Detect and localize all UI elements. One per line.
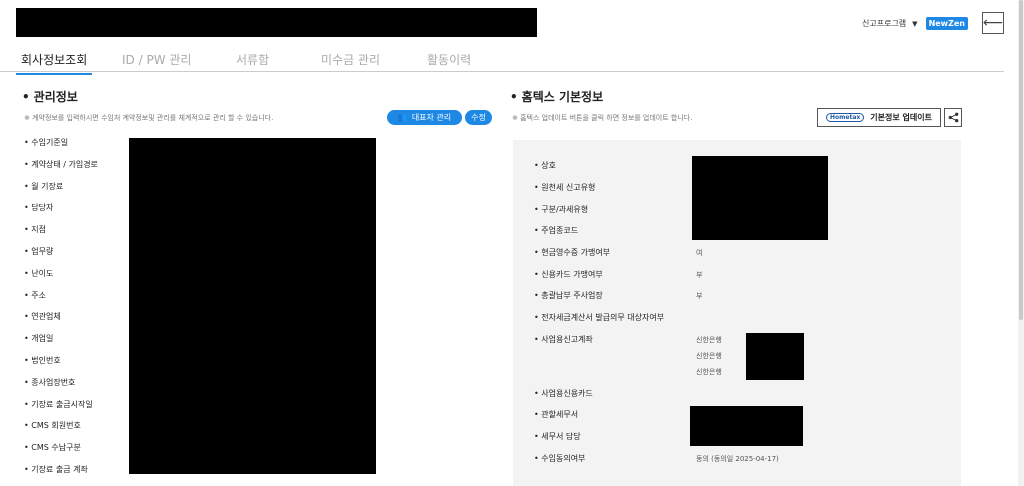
bank-account-3: 신한은행 [696, 368, 722, 376]
update-basic-info-button[interactable]: Hometax 기본정보 업데이트 [817, 108, 941, 127]
management-field-label: • 연관업체 [24, 312, 61, 322]
management-field-label: • 지점 [24, 225, 46, 235]
tab-bar: 회사정보조회 ID / PW 관리 서류함 미수금 관리 활동이력 [0, 48, 1004, 75]
management-field-label: • 개업일 [24, 334, 54, 344]
management-field-label: • 월 기장료 [24, 181, 64, 191]
bank-account-1: 신한은행 [696, 336, 722, 344]
hometax-field-label: • 총괄납부 주사업장 [534, 291, 603, 300]
hometax-field-value: 여 [696, 249, 703, 257]
hometax-field-label: • 수임동의여부 [534, 454, 586, 463]
scrollbar-thumb[interactable] [1019, 0, 1023, 320]
redacted-account-numbers [746, 333, 804, 380]
management-field-label: • 담당자 [24, 203, 54, 213]
management-field-label: • CMS 회원번호 [24, 421, 81, 431]
hometax-field-label: • 사업용신용카드 [534, 389, 593, 398]
management-field-label: • 법인번호 [24, 356, 61, 365]
bank-account-2: 신한은행 [696, 352, 722, 360]
hometax-field-label: • 관할세무서 [534, 410, 579, 419]
hometax-field-label: • 신용카드 가맹여부 [534, 270, 603, 279]
share-icon [948, 112, 958, 123]
tab-company-info[interactable]: 회사정보조회 [16, 51, 93, 75]
management-field-label: • 기장료 출금 계좌 [24, 465, 88, 474]
redacted-tax-office [690, 406, 803, 446]
hometax-logo: Hometax [826, 113, 865, 122]
management-field-label: • 기장료 출금시작일 [24, 399, 93, 409]
hometax-field-label: • 사업용신고계좌 [534, 335, 593, 344]
management-field-label: • 주소 [24, 290, 46, 300]
scrollbar[interactable] [1018, 0, 1024, 486]
management-field-label: • 계약상태 / 가입경로 [24, 159, 98, 169]
management-field-label: • 난이도 [24, 268, 54, 278]
hometax-field-label: • 전자세금계산서 발급의무 대상자여부 [534, 313, 665, 322]
redacted-management-values [129, 138, 376, 474]
back-button[interactable]: ⟵ [982, 12, 1004, 34]
hometax-field-value: 부 [696, 271, 703, 279]
chevron-down-icon[interactable]: ▼ [912, 20, 917, 28]
management-field-label: • CMS 수납구분 [24, 443, 81, 453]
hometax-field-value: 동의 (동의일 2025-04-17) [696, 455, 779, 463]
redacted-hometax-basic [692, 156, 828, 240]
arrow-left-icon: ⟵ [982, 15, 1004, 31]
users-icon: 👥 [397, 113, 408, 122]
report-program-menu[interactable]: 신고프로그램 [862, 18, 906, 29]
management-field-label: • 종사업장번호 [24, 377, 76, 387]
tab-documents[interactable]: 서류함 [236, 51, 269, 68]
tab-activity[interactable]: 활동이력 [427, 51, 471, 68]
management-field-label: • 업무량 [24, 247, 54, 256]
rep-manage-button[interactable]: 👥 대표자 관리 [387, 110, 462, 125]
tab-id-pw[interactable]: ID / PW 관리 [122, 51, 191, 68]
redacted-company-title [16, 8, 537, 37]
hometax-field-label: • 구분/과세유형 [534, 205, 589, 214]
hometax-field-label: • 상호 [534, 161, 556, 170]
share-button[interactable] [944, 108, 962, 127]
top-right-menu: 신고프로그램 ▼ NewZen [862, 17, 968, 30]
hometax-field-label: • 현금영수증 가맹여부 [534, 248, 611, 257]
management-field-label: • 수임기준일 [24, 138, 69, 147]
hometax-field-value: 부 [696, 292, 703, 300]
management-title: • 관리정보 [22, 90, 78, 104]
edit-button[interactable]: 수정 [465, 110, 492, 125]
hometax-field-label: • 세무서 담당 [534, 432, 581, 441]
hometax-title: • 홈텍스 기본정보 [510, 90, 604, 104]
tab-receivables[interactable]: 미수금 관리 [321, 51, 380, 68]
management-note: ※ 계약정보를 입력하시면 수임처 계약정보및 관리를 체계적으로 관리 할 수… [24, 114, 274, 122]
hometax-field-label: • 원천세 신고유형 [534, 183, 596, 192]
hometax-note: ※ 홈텍스 업데이트 버튼을 클릭 하면 정보를 업데이트 합니다. [512, 114, 693, 122]
newzen-badge[interactable]: NewZen [925, 17, 968, 30]
hometax-field-label: • 주업종코드 [534, 226, 579, 235]
